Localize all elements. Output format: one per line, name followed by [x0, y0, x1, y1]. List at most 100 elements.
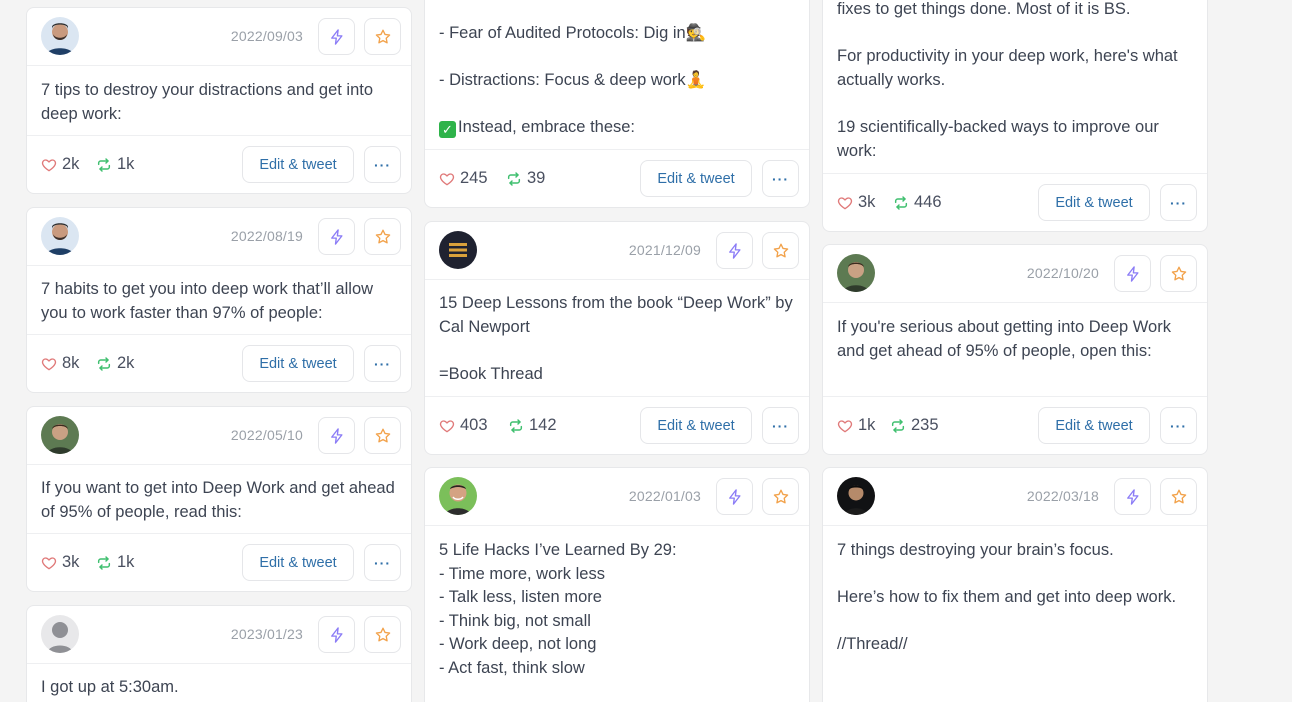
tweet-text: fixes to get things done. Most of it is …: [837, 0, 1178, 160]
boost-button[interactable]: [716, 232, 753, 269]
retweets-count: 446: [893, 193, 942, 212]
heart-icon: [41, 356, 57, 372]
likes-count: 8k: [41, 354, 79, 373]
avatar[interactable]: [837, 254, 875, 292]
check-icon: ✓: [439, 121, 456, 139]
boost-button[interactable]: [318, 417, 355, 454]
tweet-date: 2022/08/19: [230, 228, 303, 244]
retweet-icon: [96, 356, 112, 372]
more-options-button[interactable]: ···: [1160, 407, 1197, 444]
tweet-card: - Fear of Audited Protocols: Dig in🕵 - D…: [424, 0, 810, 208]
lightning-icon: [1124, 265, 1142, 283]
favorite-button[interactable]: [364, 218, 401, 255]
avatar[interactable]: [41, 416, 79, 454]
avatar[interactable]: [41, 217, 79, 255]
tweet-text: 7 things destroying your brain’s focus. …: [837, 541, 1177, 654]
tweet-date: 2022/09/03: [230, 28, 303, 44]
favorite-button[interactable]: [762, 478, 799, 515]
tweet-text: 7 tips to destroy your distractions and …: [41, 81, 374, 123]
heart-icon: [837, 418, 853, 434]
retweet-icon: [893, 195, 909, 211]
card-header: 2022/09/03: [27, 8, 411, 66]
edit-and-tweet-button[interactable]: Edit & tweet: [640, 407, 752, 444]
tweet-date: 2021/12/09: [628, 242, 701, 258]
retweet-icon: [506, 171, 522, 187]
lightning-icon: [328, 228, 346, 246]
more-options-button[interactable]: ···: [364, 146, 401, 183]
card-header: 2022/10/20: [823, 245, 1207, 303]
tweet-card: 2022/08/19 7 habits to get you into deep…: [26, 207, 412, 393]
favorite-button[interactable]: [762, 232, 799, 269]
heart-icon: [439, 171, 455, 187]
heart-icon: [439, 418, 455, 434]
more-options-button[interactable]: ···: [364, 345, 401, 382]
card-footer: 403 142 Edit & tweet ···: [425, 396, 809, 454]
more-options-button[interactable]: ···: [762, 160, 799, 197]
tweet-card: 2023/01/23 I got up at 5:30am.: [26, 605, 412, 702]
boost-button[interactable]: [318, 218, 355, 255]
favorite-button[interactable]: [1160, 255, 1197, 292]
edit-and-tweet-button[interactable]: Edit & tweet: [242, 345, 354, 382]
retweet-icon: [890, 418, 906, 434]
retweet-icon: [96, 157, 112, 173]
retweets-count: 2k: [96, 354, 134, 373]
tweet-date: 2022/10/20: [1026, 265, 1099, 281]
favorite-button[interactable]: [364, 18, 401, 55]
lightning-icon: [726, 242, 744, 260]
edit-and-tweet-button[interactable]: Edit & tweet: [1038, 184, 1150, 221]
tweet-card: 2021/12/09 15 Deep Lessons from the book…: [424, 221, 810, 455]
boost-button[interactable]: [1114, 255, 1151, 292]
card-footer: 2k 1k Edit & tweet ···: [27, 135, 411, 193]
lightning-icon: [1124, 488, 1142, 506]
tweet-text: 7 habits to get you into deep work that’…: [41, 280, 374, 322]
tweet-text: I got up at 5:30am.: [41, 678, 179, 696]
avatar[interactable]: [41, 615, 79, 653]
boost-button[interactable]: [716, 478, 753, 515]
boost-button[interactable]: [1114, 478, 1151, 515]
tweet-card: 2022/03/18 7 things destroying your brai…: [822, 467, 1208, 702]
avatar[interactable]: [439, 477, 477, 515]
retweets-count: 142: [508, 416, 557, 435]
card-footer: 1k 235 Edit & tweet ···: [823, 396, 1207, 454]
avatar[interactable]: [41, 17, 79, 55]
text-line: ✓ Instead, embrace these:: [439, 116, 795, 140]
card-header: 2021/12/09: [425, 222, 809, 280]
lightning-icon: [328, 28, 346, 46]
tweet-text: If you want to get into Deep Work and ge…: [41, 479, 395, 521]
star-icon: [374, 28, 392, 46]
tweet-card: 2022/09/03 7 tips to destroy your distra…: [26, 7, 412, 194]
tweet-date: 2022/03/18: [1026, 488, 1099, 504]
card-footer: 3k 1k Edit & tweet ···: [27, 533, 411, 591]
likes-count: 1k: [837, 416, 875, 435]
text-line: - Fear of Audited Protocols: Dig in🕵: [439, 24, 707, 42]
boost-button[interactable]: [318, 616, 355, 653]
tweet-text: 5 Life Hacks I’ve Learned By 29: - Time …: [439, 541, 677, 677]
retweets-count: 1k: [96, 155, 134, 174]
edit-and-tweet-button[interactable]: Edit & tweet: [242, 146, 354, 183]
avatar[interactable]: [439, 231, 477, 269]
edit-and-tweet-button[interactable]: Edit & tweet: [640, 160, 752, 197]
tweet-text: If you're serious about getting into Dee…: [837, 318, 1171, 360]
more-options-button[interactable]: ···: [762, 407, 799, 444]
favorite-button[interactable]: [1160, 478, 1197, 515]
tweet-card: 2022/05/10 If you want to get into Deep …: [26, 406, 412, 592]
star-icon: [374, 626, 392, 644]
more-options-button[interactable]: ···: [1160, 184, 1197, 221]
likes-count: 2k: [41, 155, 79, 174]
lightning-icon: [328, 626, 346, 644]
favorite-button[interactable]: [364, 616, 401, 653]
tweet-text: - Fear of Audited Protocols: Dig in🕵 - D…: [439, 22, 795, 140]
card-header: 2023/01/23: [27, 606, 411, 664]
more-options-button[interactable]: ···: [364, 544, 401, 581]
favorite-button[interactable]: [364, 417, 401, 454]
text-line: - Distractions: Focus & deep work🧘: [439, 71, 707, 90]
star-icon: [772, 488, 790, 506]
tweet-date: 2023/01/23: [230, 626, 303, 642]
card-header: 2022/05/10: [27, 407, 411, 465]
star-icon: [374, 228, 392, 246]
retweet-icon: [96, 555, 112, 571]
edit-and-tweet-button[interactable]: Edit & tweet: [242, 544, 354, 581]
boost-button[interactable]: [318, 18, 355, 55]
avatar[interactable]: [837, 477, 875, 515]
edit-and-tweet-button[interactable]: Edit & tweet: [1038, 407, 1150, 444]
